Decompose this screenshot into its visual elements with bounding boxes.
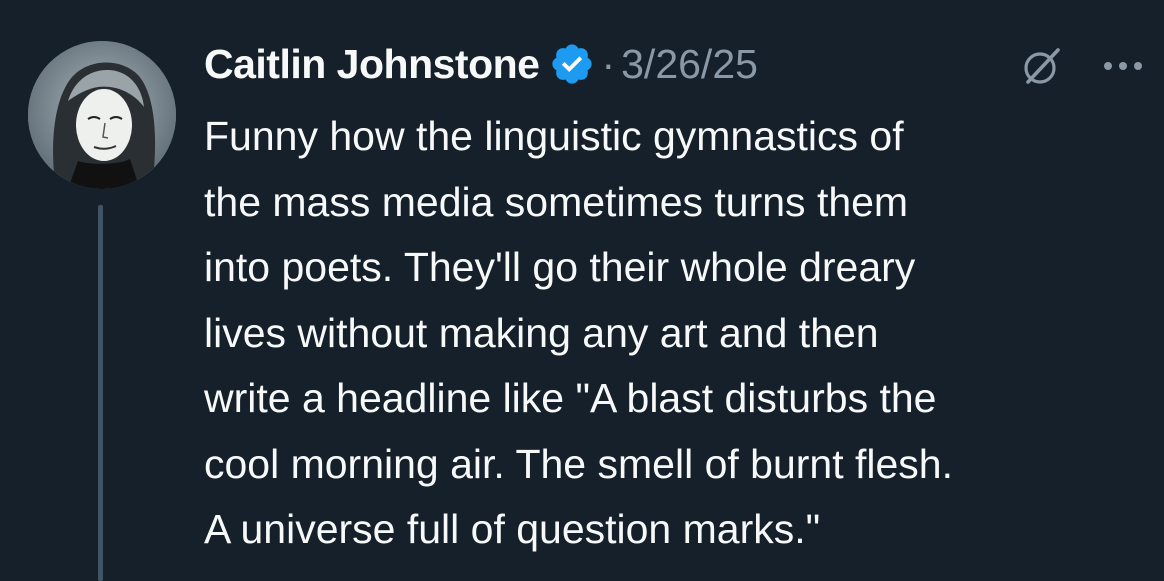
header-separator: · <box>601 40 616 87</box>
tweet-text-line: the mass media sometimes turns them <box>204 178 909 225</box>
tweet-text-line: into poets. They'll go their whole drear… <box>204 244 916 290</box>
thread-line <box>98 205 103 581</box>
tweet-text-line: cool morning air. The smell of burnt fle… <box>204 440 953 487</box>
tweet-text-line: A universe full of question marks." <box>204 506 821 552</box>
tweet-date[interactable]: 3/26/25 <box>621 41 758 88</box>
author-name[interactable]: Caitlin Johnstone <box>204 41 540 88</box>
tweet-card: Caitlin Johnstone · 3/26/25 Funny how th… <box>0 0 1164 581</box>
tweet-header: Caitlin Johnstone · 3/26/25 <box>204 36 758 92</box>
tweet-text-line: lives without making any art and then <box>204 309 879 356</box>
tweet-text-line: Funny how the linguistic gymnastics of <box>204 113 904 159</box>
more-options-icon[interactable] <box>1098 44 1148 88</box>
tweet-text: Funny how the linguistic gymnastics of t… <box>204 104 1154 563</box>
grok-icon[interactable] <box>1020 44 1064 88</box>
avatar-portrait-icon <box>28 41 176 189</box>
avatar[interactable] <box>28 41 176 189</box>
verified-badge-icon[interactable] <box>549 41 595 87</box>
tweet-text-line: write a headline like "A blast disturbs … <box>204 375 937 421</box>
